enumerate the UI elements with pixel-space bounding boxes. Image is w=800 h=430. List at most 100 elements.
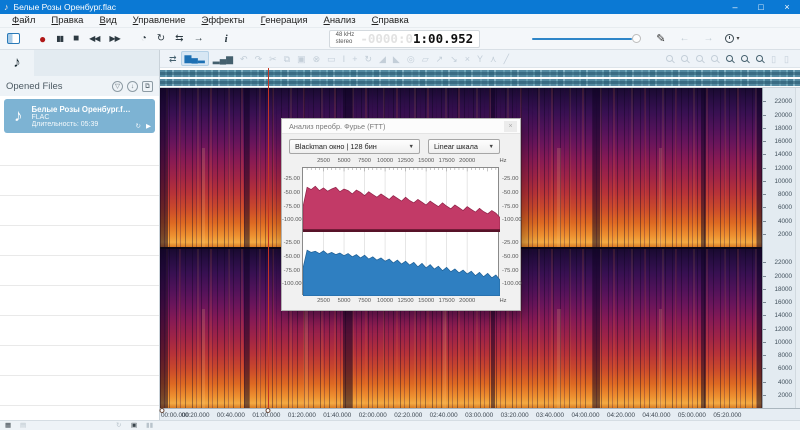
stop-button[interactable]: ■ <box>73 29 79 49</box>
fade-out-button[interactable]: ◣ <box>390 51 403 67</box>
redo-button[interactable]: ↷ <box>252 51 266 67</box>
waveform-view-toggle[interactable]: ▂▄▆ <box>210 51 236 67</box>
frequency-label: 4000 <box>778 218 792 225</box>
record-button[interactable]: ● <box>39 29 46 49</box>
curve-up-button[interactable]: ↗ <box>433 51 447 67</box>
duplicate-file-icon[interactable]: ⧉ <box>142 81 153 92</box>
rewind-button[interactable]: ◀◀ <box>89 29 99 49</box>
crop-button[interactable]: ▭ <box>324 51 339 67</box>
file-play-icon[interactable]: ▶ <box>146 122 151 130</box>
menu-7[interactable]: Справка <box>364 15 417 26</box>
pause-mode-icon[interactable]: ▮▮ <box>146 422 153 430</box>
music-note-icon: ♪ <box>14 106 23 126</box>
marker-pen-icon[interactable]: ✎ <box>656 32 665 45</box>
play-from-cursor-button[interactable]: → <box>194 29 204 49</box>
zoom-vertical-button-icon[interactable] <box>741 55 748 62</box>
cut-button[interactable]: ✂ <box>266 51 280 67</box>
zoom-in-button-icon[interactable] <box>666 55 673 62</box>
spectral-view-toggle[interactable]: ▆▄▂ <box>181 51 209 66</box>
menu-2[interactable]: Вид <box>91 15 124 26</box>
vertical-scrollbar[interactable] <box>795 88 800 408</box>
zoom-out-button-icon[interactable] <box>681 55 688 62</box>
timeline-ruler[interactable]: 00:00.00000:20.00000:40.00001:00.00001:2… <box>160 408 800 420</box>
zero-crossing-button[interactable]: + <box>349 51 360 67</box>
paste-button[interactable]: ▣ <box>294 51 309 67</box>
fft-window-select[interactable]: Blackman окно | 128 бин▼ <box>289 139 420 154</box>
fft-right-channel-chart <box>303 232 500 296</box>
sort-files-icon[interactable]: ↓ <box>127 81 138 92</box>
merge-tool[interactable]: ⋏ <box>487 51 500 67</box>
record-mode-icon[interactable]: ▣ <box>131 422 137 430</box>
zoom-horizontal-button-icon[interactable] <box>726 55 733 62</box>
view-list-icon[interactable]: ▤ <box>20 422 26 430</box>
sidebar-toggle-button[interactable] <box>7 33 20 44</box>
repeat-button[interactable]: ⇆ <box>175 29 183 49</box>
file-name: Белые Розы Оренбург.flac <box>32 105 132 114</box>
line-tool[interactable]: ╱ <box>501 51 512 67</box>
panel-toggle-b[interactable]: ▯ <box>781 51 792 67</box>
timeline-label: 03:40.000 <box>536 412 564 419</box>
db-label-right: -100.00 <box>502 217 522 223</box>
spectrogram-loud-band <box>304 309 308 408</box>
file-list-row <box>0 286 159 316</box>
undo-button[interactable]: ↶ <box>237 51 251 67</box>
spectrogram-loud-band <box>557 309 561 408</box>
history-forward-icon[interactable]: → <box>703 33 713 44</box>
frequency-label: 20000 <box>774 273 792 280</box>
maximize-button[interactable]: □ <box>748 0 774 14</box>
close-button[interactable]: × <box>774 0 800 14</box>
timeline-marker[interactable] <box>160 408 165 413</box>
timeline-label: 05:00.000 <box>678 412 706 419</box>
normalize-button[interactable]: ◎ <box>404 51 418 67</box>
history-back-icon[interactable]: ← <box>679 33 689 44</box>
loop-playback-button[interactable]: ↻ <box>157 29 165 49</box>
volume-handle[interactable] <box>632 34 641 43</box>
play-speed-button[interactable]: ◔ <box>141 29 147 49</box>
file-loop-icon[interactable]: ↻ <box>136 122 141 130</box>
filter-files-icon[interactable]: ▽ <box>112 81 123 92</box>
menu-4[interactable]: Эффекты <box>193 15 252 26</box>
fast-forward-button[interactable]: ▶▶ <box>109 29 119 49</box>
copy-button[interactable]: ⧉ <box>281 51 293 67</box>
pause-button[interactable]: ▮▮ <box>56 29 63 49</box>
recent-times-dropdown[interactable]: ▾ <box>725 34 739 43</box>
split-tool[interactable]: Y <box>474 51 486 67</box>
cross-tool[interactable]: × <box>462 51 473 67</box>
envelope-button[interactable]: ▱ <box>419 51 432 67</box>
fft-scale-select[interactable]: Linear шкала▼ <box>428 139 500 154</box>
loop-selection-button[interactable]: ↻ <box>361 51 375 67</box>
fft-top-freq-label: 10000 <box>377 158 393 164</box>
dialog-title-bar[interactable]: Анализ преобр. Фурье (FTT) × <box>282 119 520 134</box>
loop-mode-icon[interactable]: ↻ <box>116 422 121 430</box>
db-label-left: -50.00 <box>282 190 300 196</box>
tab-opened-files[interactable]: ♪ <box>0 50 34 76</box>
menu-3[interactable]: Управление <box>125 15 194 26</box>
overview-strip[interactable] <box>160 68 800 88</box>
scroll-tool[interactable]: ⇄ <box>166 51 180 67</box>
view-compact-icon[interactable]: ▦ <box>5 422 11 430</box>
zoom-all-button-icon[interactable] <box>711 55 718 62</box>
zoom-selection-button-icon[interactable] <box>696 55 703 62</box>
frequency-label: 2000 <box>778 231 792 238</box>
menu-6[interactable]: Анализ <box>315 15 363 26</box>
dialog-close-button[interactable]: × <box>504 121 517 132</box>
file-card[interactable]: ♪ Белые Розы Оренбург.flac FLAC Длительн… <box>4 99 155 133</box>
volume-slider[interactable] <box>532 34 638 44</box>
curve-down-button[interactable]: ↘ <box>447 51 461 67</box>
info-button[interactable]: i <box>225 29 228 49</box>
timeline-marker[interactable] <box>266 408 271 413</box>
frequency-label: 22000 <box>774 259 792 266</box>
delete-button[interactable]: ⊗ <box>310 51 324 67</box>
frequency-tick <box>763 262 766 263</box>
minimize-button[interactable]: – <box>722 0 748 14</box>
fade-in-button[interactable]: ◢ <box>376 51 389 67</box>
panel-toggle-a[interactable]: ▯ <box>768 51 779 67</box>
select-tool[interactable]: I <box>340 51 349 67</box>
zoom-reset-button-icon[interactable] <box>756 55 763 62</box>
fft-top-freq-label: 7500 <box>358 158 371 164</box>
menu-5[interactable]: Генерация <box>253 15 316 26</box>
timeline-label: 04:40.000 <box>642 412 670 419</box>
menu-0[interactable]: Файл <box>4 15 43 26</box>
menu-1[interactable]: Правка <box>43 15 91 26</box>
time-digits-current: 1:00.952 <box>413 31 473 46</box>
